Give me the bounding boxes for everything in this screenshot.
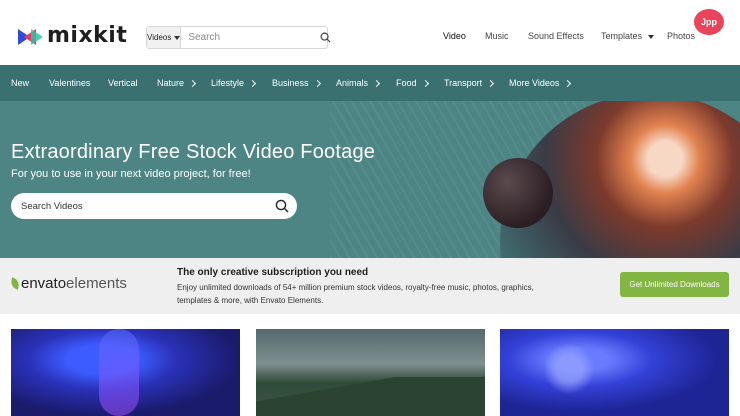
nav-sound-effects[interactable]: Sound Effects xyxy=(528,31,584,41)
search-input[interactable] xyxy=(181,32,321,43)
category-label: Lifestyle xyxy=(211,78,245,88)
chevron-right-icon xyxy=(487,79,495,87)
search-button[interactable] xyxy=(320,27,331,48)
envato-description: Enjoy unlimited downloads of 54+ million… xyxy=(177,283,534,305)
category-nav: New Valentines Vertical Nature Lifestyle… xyxy=(0,65,740,101)
chevron-right-icon xyxy=(248,79,257,87)
category-transport[interactable]: Transport xyxy=(444,78,495,88)
category-more-videos[interactable]: More Videos xyxy=(509,78,572,88)
nav-templates-label: Templates xyxy=(601,31,643,41)
category-label: Vertical xyxy=(108,78,138,88)
category-label: Valentines xyxy=(49,78,91,88)
category-label: Nature xyxy=(157,78,185,88)
header-search: Videos xyxy=(146,26,331,49)
nav-photos[interactable]: Photos xyxy=(667,31,695,41)
hero-subtitle: For you to use in your next video projec… xyxy=(11,168,251,180)
chevron-right-icon xyxy=(421,79,429,87)
hero-title: Extraordinary Free Stock Video Footage xyxy=(11,141,376,163)
envato-elements-logo[interactable]: envato elements xyxy=(10,275,127,292)
chevron-right-icon xyxy=(188,79,197,87)
search-type-label: Videos xyxy=(147,33,172,42)
video-thumbnail[interactable] xyxy=(256,329,485,416)
search-type-dropdown[interactable]: Videos xyxy=(147,27,182,48)
hero-search-input[interactable] xyxy=(11,200,267,212)
category-label: Animals xyxy=(336,78,369,88)
video-thumbnail[interactable] xyxy=(500,329,729,416)
category-label: Food xyxy=(396,78,417,88)
category-label: Transport xyxy=(444,78,483,88)
envato-title: The only creative subscription you need xyxy=(177,267,369,278)
category-valentines[interactable]: Valentines xyxy=(49,78,90,88)
get-unlimited-downloads-button[interactable]: Get Unlimited Downloads xyxy=(620,272,729,297)
nav-video[interactable]: Video xyxy=(443,31,466,41)
search-icon xyxy=(320,32,331,43)
nav-templates[interactable]: Templates xyxy=(601,31,654,41)
avatar[interactable]: Jpp xyxy=(694,9,724,35)
hero-search-button[interactable] xyxy=(267,193,297,219)
category-label: New xyxy=(11,78,30,88)
envato-logo-light: elements xyxy=(66,275,127,292)
hero-search xyxy=(11,193,297,219)
category-nature[interactable]: Nature xyxy=(157,78,197,88)
category-food[interactable]: Food xyxy=(396,78,429,88)
category-lifestyle[interactable]: Lifestyle xyxy=(211,78,257,88)
chevron-right-icon xyxy=(372,79,381,87)
chevron-right-icon xyxy=(313,79,321,87)
category-label: More Videos xyxy=(509,78,560,88)
category-new[interactable]: New xyxy=(11,78,29,88)
hero-image-small xyxy=(483,158,553,228)
leaf-icon xyxy=(10,277,20,290)
mixkit-logo-icon xyxy=(18,27,44,45)
mixkit-logo[interactable]: mixkit xyxy=(18,25,127,47)
chevron-down-icon xyxy=(174,35,181,40)
nav-music[interactable]: Music xyxy=(485,31,509,41)
chevron-down-icon xyxy=(647,34,654,39)
envato-promo: envato elements The only creative subscr… xyxy=(0,258,740,314)
video-thumbnail[interactable] xyxy=(11,329,240,416)
site-header: mixkit Videos Video Music Sound Effects … xyxy=(0,0,740,65)
category-vertical[interactable]: Vertical xyxy=(108,78,138,88)
search-icon xyxy=(275,199,289,213)
logo-text: mixkit xyxy=(47,23,128,48)
hero-banner: Extraordinary Free Stock Video Footage F… xyxy=(0,101,740,258)
category-business[interactable]: Business xyxy=(272,78,321,88)
envato-logo-bold: envato xyxy=(21,275,67,292)
category-animals[interactable]: Animals xyxy=(336,78,381,88)
category-label: Business xyxy=(272,78,309,88)
chevron-right-icon xyxy=(564,79,572,87)
